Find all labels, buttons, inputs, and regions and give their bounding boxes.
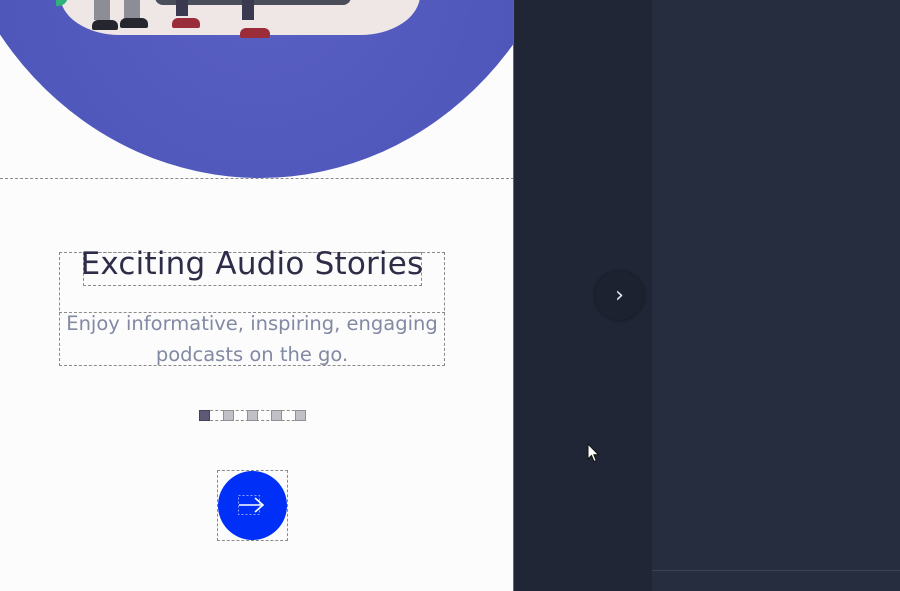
page-indicator	[199, 410, 306, 421]
page-indicator-dot[interactable]	[295, 410, 306, 421]
page-indicator-dot[interactable]	[247, 410, 258, 421]
next-button[interactable]	[218, 471, 287, 540]
leg-shape	[176, 0, 188, 16]
shoe-shape	[92, 20, 118, 30]
properties-panel	[652, 0, 900, 591]
expand-panel-button[interactable]: ›	[595, 271, 644, 320]
page-title: Exciting Audio Stories	[80, 246, 424, 282]
page-indicator-dot[interactable]	[223, 410, 234, 421]
leg-shape	[242, 0, 254, 20]
app-canvas: Exciting Audio Stories Enjoy informative…	[0, 0, 514, 591]
leg-shape	[124, 0, 140, 20]
shoe-shape	[172, 18, 200, 28]
illustration-frame	[0, 0, 514, 179]
page-indicator-dot[interactable]	[271, 410, 282, 421]
shoe-shape	[120, 18, 148, 28]
leg-shape	[94, 0, 110, 20]
properties-panel-footer	[652, 570, 900, 591]
page-subtitle: Enjoy informative, inspiring, engaging p…	[66, 312, 438, 366]
shoe-shape	[240, 28, 270, 38]
arrow-right-icon	[238, 495, 265, 515]
chevron-right-icon: ›	[615, 283, 624, 308]
page-indicator-dot[interactable]	[199, 410, 210, 421]
mouse-pointer-icon	[587, 443, 600, 463]
